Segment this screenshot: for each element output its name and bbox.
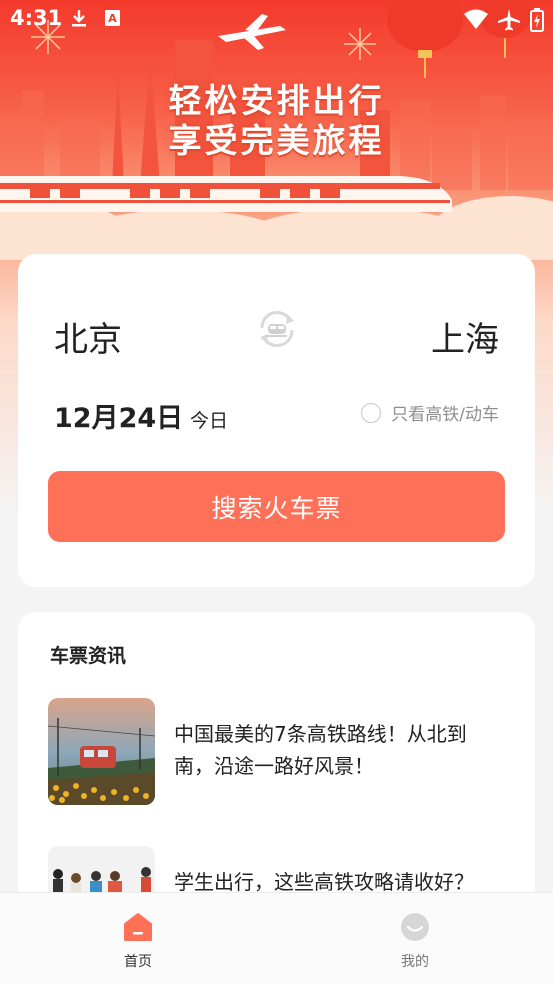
news-item[interactable]: 中国最美的7条高铁路线！从北到南，沿途一路好风景！ xyxy=(48,698,508,805)
news-item-text: 中国最美的7条高铁路线！从北到南，沿途一路好风景！ xyxy=(174,722,467,778)
profile-icon xyxy=(401,913,429,941)
high-speed-only-label: 只看高铁/动车 xyxy=(391,405,499,425)
airplane-mode-icon xyxy=(498,9,520,31)
departure-weekday: 今日 xyxy=(190,410,229,432)
nav-label-profile: 我的 xyxy=(401,954,429,970)
from-city[interactable]: 北京 xyxy=(54,312,122,361)
status-time: 4:31 xyxy=(10,6,63,30)
to-city[interactable]: 上海 xyxy=(431,312,499,361)
bottom-nav: 首页 我的 xyxy=(0,892,553,984)
departure-date[interactable]: 12月24日 xyxy=(54,396,183,435)
nav-item-profile[interactable]: 我的 xyxy=(355,893,475,984)
status-bar: 4:31 A xyxy=(0,0,553,38)
high-speed-radio[interactable] xyxy=(361,402,382,423)
download-icon xyxy=(72,10,86,27)
wifi-icon xyxy=(464,9,488,29)
swap-cities-icon[interactable] xyxy=(254,306,300,352)
battery-icon xyxy=(530,8,544,32)
app-screen: 轻松安排出行 享受完美旅程 4:31 A 北京 上海 12月24日 今日 只看高… xyxy=(0,0,553,984)
news-section-title: 车票资讯 xyxy=(50,645,127,667)
svg-text:A: A xyxy=(108,12,117,25)
nav-item-home[interactable]: 首页 xyxy=(78,893,198,984)
font-a-icon: A xyxy=(105,10,120,26)
hero-title-line2: 享受完美旅程 xyxy=(168,121,385,160)
search-tickets-button[interactable]: 搜索火车票 xyxy=(48,471,505,542)
nav-label-home: 首页 xyxy=(124,954,152,970)
news-thumbnail xyxy=(48,698,155,805)
high-speed-only-toggle[interactable]: 只看高铁/动车 xyxy=(361,400,499,425)
ticket-search-card: 北京 上海 12月24日 今日 只看高铁/动车 搜索火车票 xyxy=(18,254,535,587)
home-icon xyxy=(124,913,152,941)
